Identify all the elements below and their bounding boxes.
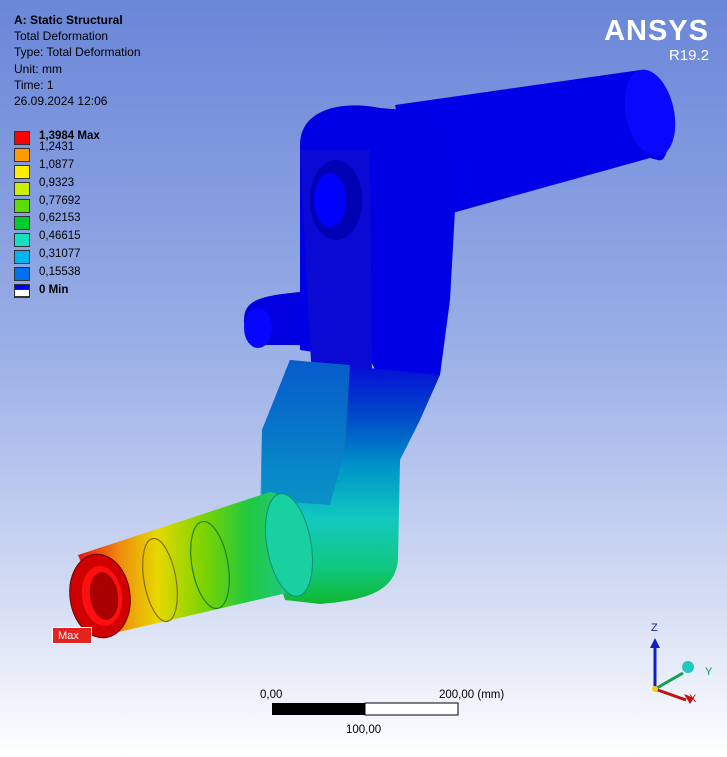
axis-z-label: Z <box>651 622 658 634</box>
axis-x-label: X <box>689 693 697 705</box>
axis-y-label: Y <box>705 666 713 678</box>
axis-triad[interactable] <box>0 0 727 757</box>
